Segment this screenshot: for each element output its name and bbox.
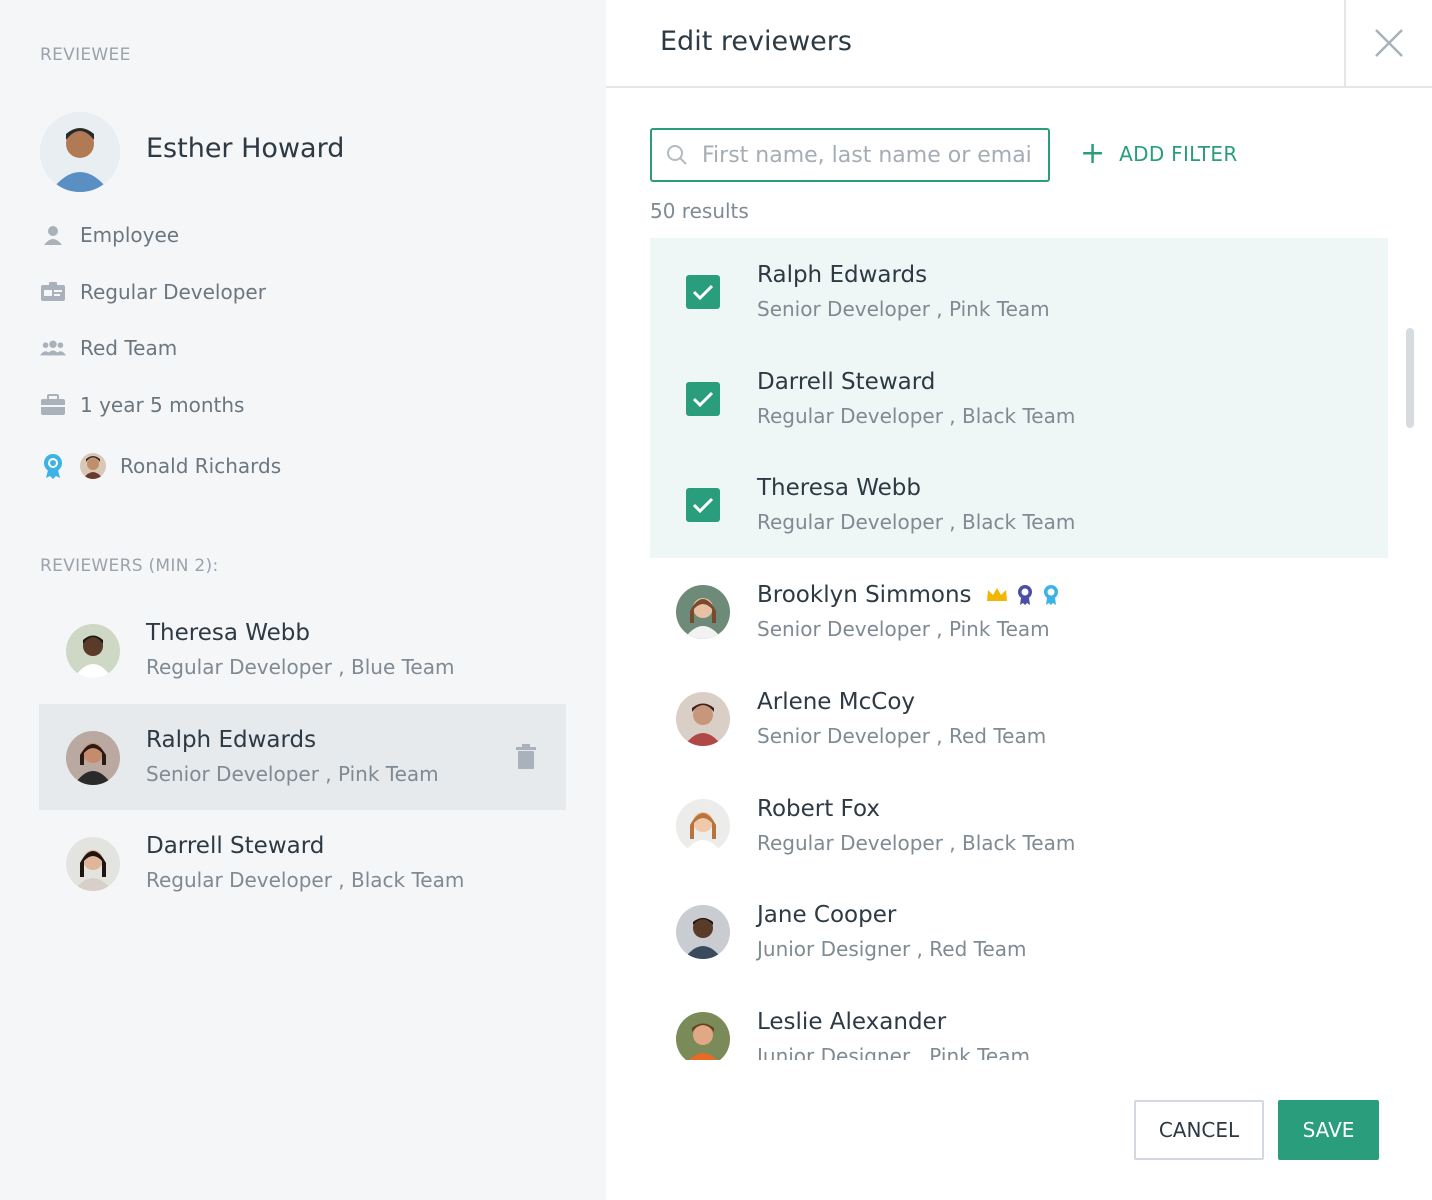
position-label: Regular Developer bbox=[80, 280, 266, 304]
id-card-icon bbox=[40, 279, 66, 305]
avatar bbox=[40, 112, 120, 192]
search-field[interactable] bbox=[650, 128, 1050, 182]
team-icon bbox=[40, 335, 66, 361]
medal-purple-icon bbox=[1017, 585, 1032, 605]
save-button[interactable]: SAVE bbox=[1278, 1100, 1379, 1160]
avatar bbox=[676, 692, 730, 746]
trash-icon[interactable] bbox=[515, 744, 537, 770]
avatar bbox=[66, 837, 120, 891]
close-button[interactable] bbox=[1344, 0, 1432, 86]
candidate-name: Leslie Alexander bbox=[757, 1009, 947, 1035]
avatar bbox=[66, 731, 120, 785]
tenure-row: 1 year 5 months bbox=[40, 390, 244, 420]
medal-blue-icon bbox=[1043, 585, 1058, 605]
close-icon bbox=[1375, 29, 1403, 57]
candidate-name: Theresa Webb bbox=[757, 475, 922, 501]
list-item[interactable]: Robert Fox Regular Developer , Black Tea… bbox=[650, 772, 1388, 878]
results-count: 50 results bbox=[650, 199, 749, 223]
employee-label: Employee bbox=[80, 223, 180, 247]
candidate-name: Brooklyn Simmons bbox=[757, 582, 1060, 608]
candidate-subtitle: Senior Developer , Pink Team bbox=[757, 617, 1050, 641]
candidate-subtitle: Senior Developer , Red Team bbox=[757, 724, 1047, 748]
briefcase-icon bbox=[40, 392, 66, 418]
scrollbar[interactable] bbox=[1406, 328, 1414, 428]
position-row: Regular Developer bbox=[40, 277, 266, 307]
candidate-name-text: Brooklyn Simmons bbox=[757, 582, 972, 608]
checkbox[interactable] bbox=[686, 275, 720, 309]
list-item[interactable]: Darrell Steward Regular Developer , Blac… bbox=[650, 345, 1388, 451]
reviewer-name: Darrell Steward bbox=[146, 833, 325, 859]
reviewer-name: Ralph Edwards bbox=[146, 727, 317, 753]
list-item[interactable]: Ralph Edwards Senior Developer , Pink Te… bbox=[650, 238, 1388, 344]
award-icon bbox=[40, 453, 66, 479]
reviewers-section-label: REVIEWERS (MIN 2): bbox=[40, 556, 219, 576]
reviewer-item[interactable]: Theresa Webb Regular Developer , Blue Te… bbox=[39, 597, 566, 703]
checkbox[interactable] bbox=[686, 382, 720, 416]
list-item[interactable]: Brooklyn Simmons Senior Developer , Pink… bbox=[650, 558, 1388, 664]
reviewer-subtitle: Regular Developer , Blue Team bbox=[146, 655, 455, 679]
edit-reviewers-dialog: Edit reviewers + ADD FILTER 50 results R… bbox=[606, 0, 1432, 1200]
dialog-title: Edit reviewers bbox=[660, 26, 852, 57]
avatar bbox=[676, 585, 730, 639]
reviewer-subtitle: Senior Developer , Pink Team bbox=[146, 762, 439, 786]
check-icon bbox=[692, 391, 714, 408]
cancel-button[interactable]: CANCEL bbox=[1134, 1100, 1264, 1160]
reviewer-item[interactable]: Ralph Edwards Senior Developer , Pink Te… bbox=[39, 704, 566, 810]
tenure-label: 1 year 5 months bbox=[80, 393, 245, 417]
avatar bbox=[66, 624, 120, 678]
search-input[interactable] bbox=[702, 142, 1032, 168]
team-label: Red Team bbox=[80, 336, 178, 360]
dialog-header: Edit reviewers bbox=[606, 0, 1432, 88]
list-item[interactable]: Leslie Alexander Junior Designer , Pink … bbox=[650, 985, 1388, 1060]
candidate-list[interactable]: Ralph Edwards Senior Developer , Pink Te… bbox=[650, 238, 1388, 1060]
employee-row: Employee bbox=[40, 220, 179, 250]
candidate-subtitle: Junior Designer , Red Team bbox=[757, 937, 1027, 961]
search-icon bbox=[667, 145, 687, 165]
mentor-avatar bbox=[80, 453, 106, 479]
plus-icon: + bbox=[1080, 136, 1106, 171]
checkbox[interactable] bbox=[686, 488, 720, 522]
candidate-name: Robert Fox bbox=[757, 796, 880, 822]
mentor-row: Ronald Richards bbox=[40, 451, 281, 481]
candidate-name: Darrell Steward bbox=[757, 369, 936, 395]
check-icon bbox=[692, 284, 714, 301]
candidate-subtitle: Senior Developer , Pink Team bbox=[757, 297, 1050, 321]
list-item[interactable]: Jane Cooper Junior Designer , Red Team bbox=[650, 878, 1388, 984]
reviewer-name: Theresa Webb bbox=[146, 620, 311, 646]
badges bbox=[986, 584, 1060, 606]
reviewee-section-label: REVIEWEE bbox=[40, 45, 131, 65]
crown-icon bbox=[986, 588, 1007, 601]
avatar bbox=[676, 799, 730, 853]
avatar bbox=[676, 1012, 730, 1060]
candidate-subtitle: Regular Developer , Black Team bbox=[757, 510, 1076, 534]
candidate-name: Ralph Edwards bbox=[757, 262, 928, 288]
reviewer-item[interactable]: Darrell Steward Regular Developer , Blac… bbox=[39, 810, 566, 916]
reviewer-subtitle: Regular Developer , Black Team bbox=[146, 868, 465, 892]
list-item[interactable]: Theresa Webb Regular Developer , Black T… bbox=[650, 451, 1388, 557]
check-icon bbox=[692, 497, 714, 514]
candidate-name: Jane Cooper bbox=[757, 902, 897, 928]
candidate-name: Arlene McCoy bbox=[757, 689, 916, 715]
reviewee-panel: REVIEWEE Esther Howard Employee Regular … bbox=[0, 0, 606, 1200]
add-filter-button[interactable]: + ADD FILTER bbox=[1080, 136, 1238, 171]
list-item[interactable]: Arlene McCoy Senior Developer , Red Team bbox=[650, 665, 1388, 771]
candidate-subtitle: Regular Developer , Black Team bbox=[757, 404, 1076, 428]
team-row: Red Team bbox=[40, 333, 177, 363]
candidate-subtitle: Junior Designer , Pink Team bbox=[757, 1044, 1030, 1060]
add-filter-label: ADD FILTER bbox=[1119, 142, 1238, 166]
avatar bbox=[676, 905, 730, 959]
person-icon bbox=[40, 222, 66, 248]
mentor-name: Ronald Richards bbox=[120, 454, 282, 478]
reviewee-name: Esther Howard bbox=[146, 133, 345, 164]
candidate-subtitle: Regular Developer , Black Team bbox=[757, 831, 1076, 855]
